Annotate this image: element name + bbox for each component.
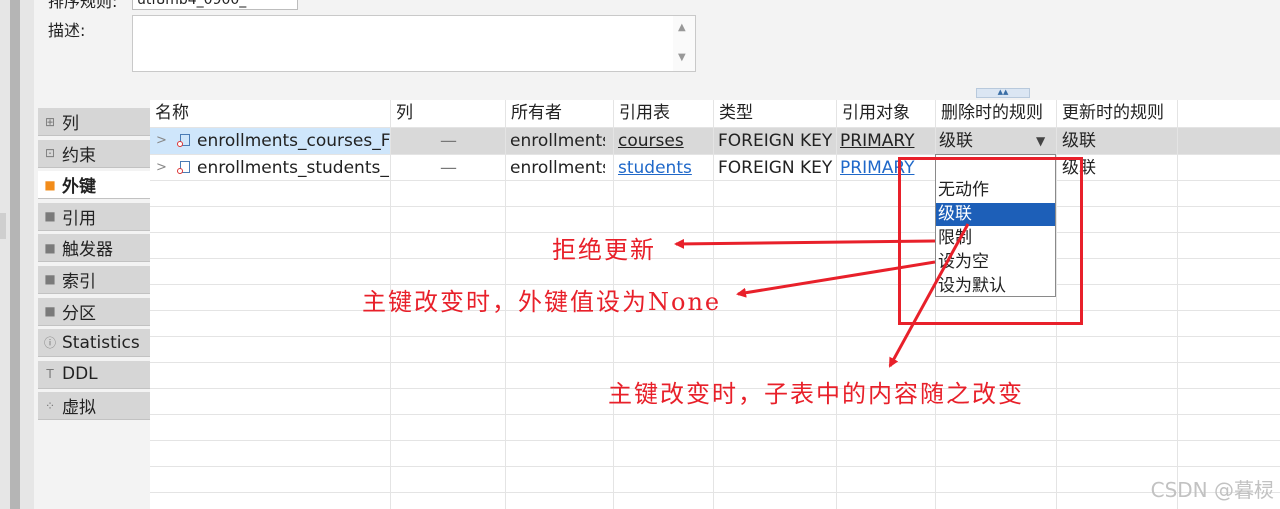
watermark: CSDN @暮棂	[1150, 478, 1274, 502]
annotation-restrict: 拒绝更新	[552, 236, 656, 264]
arrow-restrict	[674, 238, 936, 249]
arrow-set-null	[736, 260, 936, 298]
annotation-set-null: 主键改变时，外键值设为None	[362, 288, 722, 316]
annotation-cascade: 主键改变时，子表中的内容随之改变	[608, 380, 1024, 408]
arrow-cascade	[888, 223, 970, 368]
